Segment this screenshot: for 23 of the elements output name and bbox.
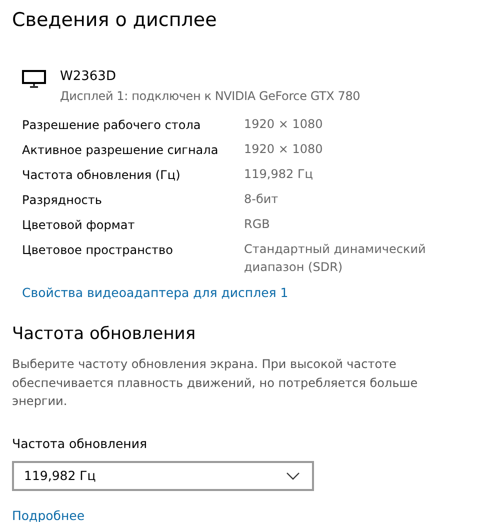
property-value: RGB	[244, 216, 271, 233]
property-label: Цветовой формат	[22, 217, 136, 234]
property-value: Стандартный динамический диапазон (SDR)	[244, 241, 427, 276]
property-label: Разрешение рабочего стола	[22, 117, 202, 134]
section-heading: Частота обновления	[12, 323, 197, 346]
refresh-rate-dropdown[interactable]: 119,982 Гц	[12, 460, 314, 490]
display-subtitle: Дисплей 1: подключен к NVIDIA GeForce GTX 780	[60, 88, 360, 105]
adapter-properties-link[interactable]: Свойства видеоадаптера для дисплея 1	[22, 285, 288, 300]
property-label: Активное разрешение сигнала	[22, 142, 220, 159]
property-value: 1920 × 1080	[244, 116, 324, 133]
property-value: 119,982 Гц	[244, 166, 314, 183]
page-title: Сведения о дисплее	[12, 8, 218, 33]
property-value: 1920 × 1080	[244, 141, 324, 158]
field-label: Частота обновления	[12, 434, 148, 452]
section-description: Выберите частоту обновления экрана. При высокой частоте обеспечивается плавность движений, но потребляется больше энергии.	[12, 356, 419, 410]
property-label: Цветовое пространство	[22, 242, 174, 259]
property-label: Разрядность	[22, 192, 103, 209]
more-info-link[interactable]: Подробнее	[12, 508, 85, 522]
property-value: 8-бит	[244, 191, 280, 208]
display-name: W2363D	[60, 68, 117, 86]
property-label: Частота обновления (Гц)	[22, 167, 182, 184]
monitor-icon	[22, 70, 46, 88]
chevron-down-icon	[286, 472, 300, 480]
